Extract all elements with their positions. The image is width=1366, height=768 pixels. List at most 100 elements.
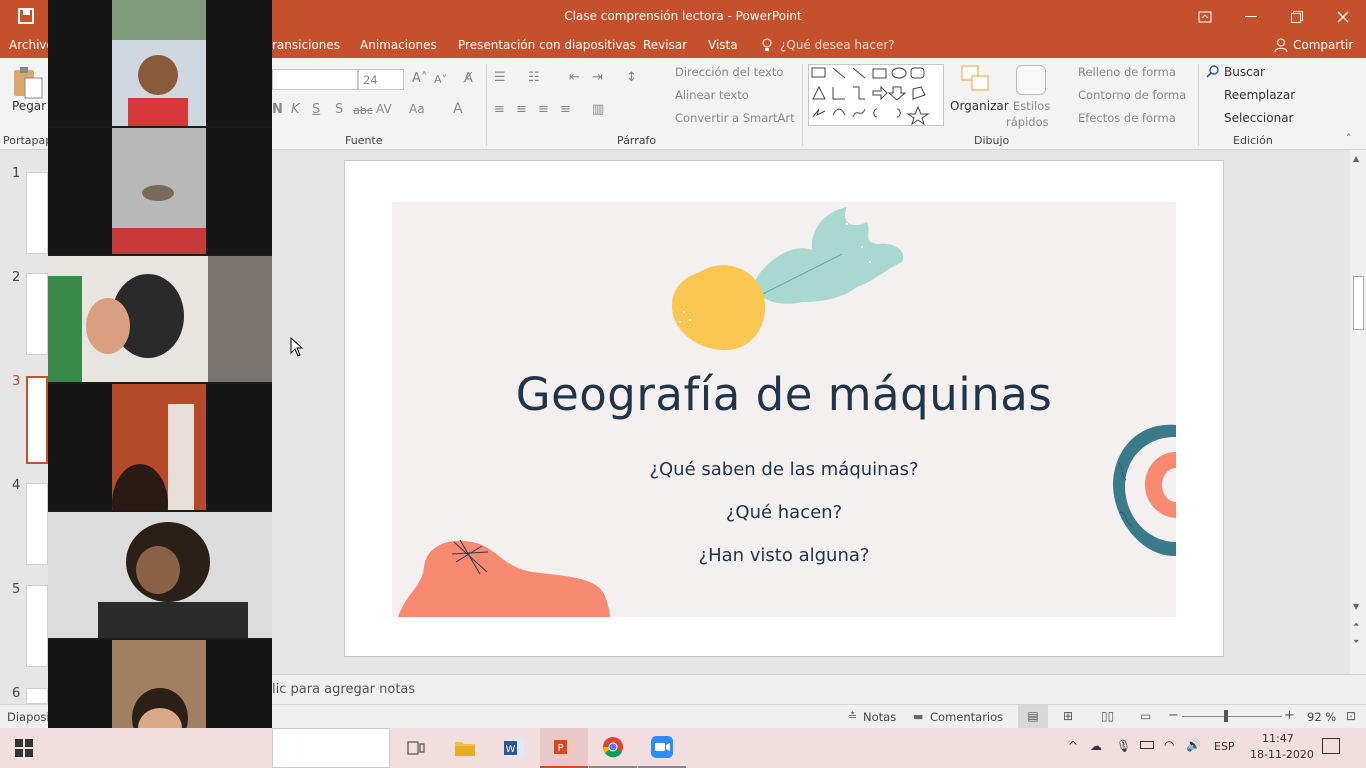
task-view-icon[interactable] bbox=[392, 728, 440, 768]
reading-view-icon[interactable]: ▯▯ bbox=[1101, 709, 1114, 723]
find-button[interactable]: Buscar bbox=[1224, 65, 1265, 79]
taskbar-search-box[interactable] bbox=[272, 728, 390, 768]
quick-styles-label-1[interactable]: Estilos bbox=[1013, 99, 1050, 113]
shape-fill-button[interactable]: Relleno de forma bbox=[1078, 65, 1176, 79]
justify-icon[interactable]: ≡ bbox=[560, 102, 571, 117]
underline-icon[interactable]: S bbox=[312, 102, 320, 117]
select-button[interactable]: Seleccionar bbox=[1224, 111, 1293, 125]
notes-pane[interactable]: lic para agregar notas bbox=[272, 674, 1366, 704]
font-size-box[interactable]: 24 bbox=[358, 69, 404, 90]
text-direction-button[interactable]: Dirección del texto bbox=[675, 65, 783, 79]
increase-indent-icon[interactable]: ⇥ bbox=[592, 70, 603, 85]
zoom-app-icon[interactable] bbox=[638, 728, 686, 768]
scroll-thumb[interactable] bbox=[1353, 276, 1364, 330]
strikethrough-icon[interactable]: abc bbox=[353, 104, 373, 117]
onedrive-icon[interactable]: ☁ bbox=[1090, 739, 1102, 753]
slide-thumbnail[interactable] bbox=[26, 688, 48, 704]
increase-font-icon[interactable]: A˄ bbox=[412, 71, 427, 86]
quick-styles-icon[interactable] bbox=[1016, 65, 1046, 95]
tab-transiciones[interactable]: ransiciones bbox=[272, 38, 340, 52]
tab-presentacion[interactable]: Presentación con diapositivas bbox=[458, 38, 636, 52]
comments-button[interactable]: Comentarios bbox=[930, 710, 1003, 724]
word-icon[interactable]: W bbox=[490, 728, 538, 768]
slide-sorter-icon[interactable]: ⊞ bbox=[1063, 709, 1073, 723]
font-color-icon[interactable]: A bbox=[453, 101, 463, 117]
slide-thumbnail[interactable] bbox=[26, 172, 48, 254]
participant-video[interactable] bbox=[48, 128, 272, 254]
arrange-icon[interactable] bbox=[960, 64, 990, 94]
tell-me-search[interactable]: ¿Qué desea hacer? bbox=[780, 38, 895, 52]
slide-thumbnail-selected[interactable] bbox=[26, 376, 48, 464]
microphone-icon[interactable]: 🎙 bbox=[1116, 739, 1131, 753]
font-name-box[interactable] bbox=[272, 69, 358, 90]
slide-thumbnail[interactable] bbox=[26, 483, 48, 565]
volume-icon[interactable]: 🔊 bbox=[1186, 738, 1201, 752]
slide-thumbnail[interactable] bbox=[26, 585, 48, 667]
vertical-scrollbar[interactable]: ▲ ▼ ⏶ ⏷ bbox=[1350, 150, 1366, 674]
zoom-in-icon[interactable]: + bbox=[1284, 708, 1295, 723]
restore-button[interactable] bbox=[1274, 0, 1320, 34]
change-case-icon[interactable]: Aa bbox=[409, 102, 425, 116]
shadow-icon[interactable]: S bbox=[335, 102, 343, 117]
windows-start-icon[interactable] bbox=[0, 728, 48, 768]
participant-video[interactable] bbox=[48, 384, 272, 510]
close-button[interactable] bbox=[1320, 0, 1366, 34]
scroll-down-icon[interactable]: ▼ bbox=[1353, 602, 1359, 611]
fit-to-window-icon[interactable]: ⊡ bbox=[1346, 709, 1356, 723]
align-center-icon[interactable]: ≡ bbox=[516, 102, 527, 117]
decrease-indent-icon[interactable]: ⇤ bbox=[569, 70, 580, 85]
tab-revisar[interactable]: Revisar bbox=[643, 38, 687, 52]
slide-thumbnail[interactable] bbox=[26, 273, 48, 355]
chrome-icon[interactable] bbox=[589, 728, 637, 768]
minimize-button[interactable] bbox=[1228, 0, 1274, 34]
previous-slide-icon[interactable]: ⏶ bbox=[1353, 620, 1359, 630]
char-spacing-icon[interactable]: AV bbox=[376, 102, 392, 116]
clock-time[interactable]: 11:47 bbox=[1262, 732, 1294, 745]
decrease-font-icon[interactable]: A˅ bbox=[434, 73, 447, 86]
align-text-button[interactable]: Alinear texto bbox=[675, 88, 749, 102]
replace-button[interactable]: Reemplazar bbox=[1224, 88, 1295, 102]
clock-date[interactable]: 18-11-2020 bbox=[1250, 748, 1314, 761]
share-button[interactable]: Compartir bbox=[1293, 38, 1353, 52]
participant-video[interactable] bbox=[48, 0, 272, 126]
normal-view-icon[interactable]: ▤ bbox=[1018, 705, 1048, 728]
zoom-slider[interactable] bbox=[1182, 716, 1282, 717]
shape-outline-button[interactable]: Contorno de forma bbox=[1078, 88, 1186, 102]
file-explorer-icon[interactable] bbox=[441, 728, 489, 768]
collapse-ribbon-icon[interactable]: ˄ bbox=[1346, 132, 1352, 145]
wifi-icon[interactable]: ◠ bbox=[1164, 738, 1174, 752]
notes-button[interactable]: Notas bbox=[863, 710, 896, 724]
align-left-icon[interactable]: ≡ bbox=[494, 102, 505, 117]
participant-video[interactable] bbox=[48, 256, 272, 382]
battery-icon[interactable] bbox=[1140, 741, 1154, 749]
shapes-gallery[interactable] bbox=[808, 64, 944, 126]
paste-button[interactable]: Pegar bbox=[12, 99, 46, 113]
paste-icon[interactable] bbox=[12, 66, 44, 100]
arrange-button[interactable]: Organizar bbox=[950, 99, 1009, 113]
show-hidden-icons-icon[interactable]: ^ bbox=[1068, 739, 1078, 753]
clear-format-icon[interactable]: A̸ bbox=[464, 71, 473, 86]
tab-animaciones[interactable]: Animaciones bbox=[360, 38, 437, 52]
slideshow-icon[interactable]: ▭ bbox=[1140, 709, 1151, 723]
line-spacing-icon[interactable]: ↕ bbox=[626, 70, 637, 85]
zoom-slider-thumb[interactable] bbox=[1224, 710, 1228, 722]
slide-content[interactable]: Geografía de máquinas ¿Qué saben de las … bbox=[392, 202, 1176, 617]
italic-icon[interactable]: K bbox=[291, 102, 300, 117]
ribbon-display-options-icon[interactable] bbox=[1182, 0, 1228, 34]
numbering-icon[interactable]: ☷ bbox=[528, 70, 540, 85]
shape-effects-button[interactable]: Efectos de forma bbox=[1078, 111, 1176, 125]
input-language[interactable]: ESP bbox=[1214, 740, 1235, 753]
zoom-level[interactable]: 92 % bbox=[1307, 710, 1336, 724]
zoom-out-icon[interactable]: − bbox=[1168, 708, 1179, 723]
tab-vista[interactable]: Vista bbox=[708, 38, 738, 52]
powerpoint-icon[interactable]: P bbox=[540, 728, 588, 768]
smartart-button[interactable]: Convertir a SmartArt bbox=[675, 111, 795, 125]
columns-icon[interactable]: ▥ bbox=[592, 102, 604, 117]
scroll-up-icon[interactable]: ▲ bbox=[1353, 154, 1359, 163]
next-slide-icon[interactable]: ⏷ bbox=[1353, 637, 1359, 647]
participant-video[interactable] bbox=[48, 512, 272, 638]
notifications-icon[interactable] bbox=[1322, 738, 1340, 754]
quick-styles-label-2[interactable]: rápidos bbox=[1006, 115, 1049, 129]
bullets-icon[interactable]: ☰ bbox=[494, 70, 506, 85]
bold-icon[interactable]: N bbox=[272, 102, 283, 117]
